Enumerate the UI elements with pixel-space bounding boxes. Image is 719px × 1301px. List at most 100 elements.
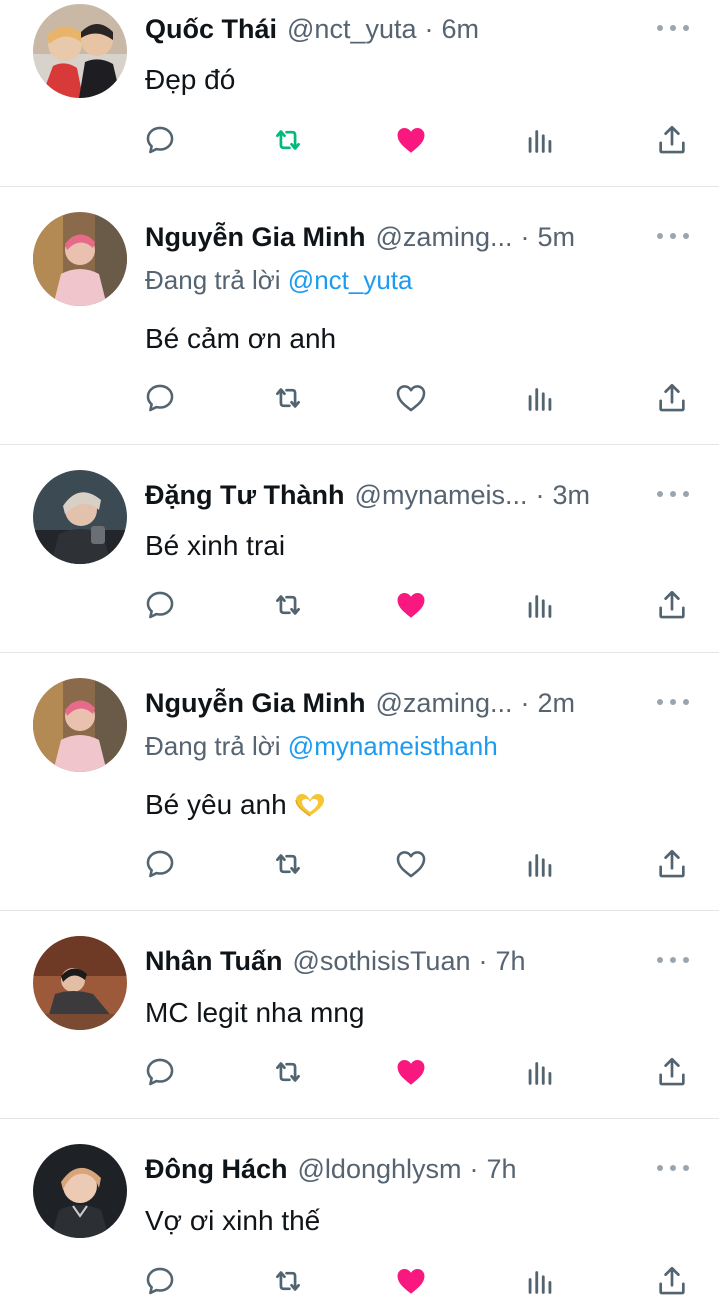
tweet-header: Nguyễn Gia Minh @zaming... · 5m [145,217,629,257]
stats-button[interactable] [520,844,560,884]
reply-button[interactable] [140,1261,180,1301]
share-button[interactable] [652,844,692,884]
tweet-text: Bé yêu anh [145,785,327,825]
heart-icon [394,1264,428,1298]
author-handle[interactable]: @nct_yuta [287,14,416,45]
more-icon[interactable] [657,692,689,712]
avatar[interactable] [33,212,127,306]
more-icon[interactable] [657,950,689,970]
reply-button[interactable] [140,378,180,418]
tweet-text: Đẹp đó [145,64,236,95]
heart-icon [394,847,428,881]
author-name[interactable]: Quốc Thái [145,14,277,45]
author-handle[interactable]: @zaming... [376,222,513,253]
reply-button[interactable] [140,120,180,160]
mention-link[interactable]: @nct_yuta [288,265,413,295]
heart-icon [394,381,428,415]
reply-button[interactable] [140,1052,180,1092]
timestamp[interactable]: 6m [442,14,480,45]
more-icon[interactable] [657,484,689,504]
replying-to: Đang trả lời @mynameisthanh [145,728,498,764]
retweet-icon [271,588,305,622]
avatar[interactable] [33,1144,127,1238]
retweet-icon [271,1264,305,1298]
retweet-button[interactable] [268,120,308,160]
avatar[interactable] [33,678,127,772]
more-icon[interactable] [657,1158,689,1178]
retweet-button[interactable] [268,1261,308,1301]
like-button[interactable] [391,1261,431,1301]
author-handle[interactable]: @ldonghlysm [298,1154,462,1185]
like-button[interactable] [391,378,431,418]
action-bar [0,1261,719,1301]
more-icon[interactable] [657,226,689,246]
author-name[interactable]: Nhân Tuấn [145,946,283,977]
action-bar [0,120,719,160]
retweet-button[interactable] [268,844,308,884]
retweet-button[interactable] [268,378,308,418]
like-button[interactable] [391,585,431,625]
timestamp[interactable]: 7h [495,946,525,977]
reply-icon [143,381,177,415]
action-bar [0,378,719,418]
separator-dot: · [535,479,545,510]
reply-button[interactable] [140,585,180,625]
share-button[interactable] [652,1052,692,1092]
author-name[interactable]: Nguyễn Gia Minh [145,222,366,253]
share-icon [655,847,689,881]
share-icon [655,588,689,622]
retweet-icon [271,381,305,415]
retweet-button[interactable] [268,1052,308,1092]
author-name[interactable]: Đặng Tư Thành [145,480,345,511]
share-button[interactable] [652,1261,692,1301]
more-icon[interactable] [657,18,689,38]
tweet-text: Bé cảm ơn anh [145,323,337,354]
share-icon [655,381,689,415]
separator-dot: · [424,13,434,44]
tweet[interactable]: Nguyễn Gia Minh @zaming... · 5m Đang trả… [0,187,719,445]
stats-button[interactable] [520,378,560,418]
like-button[interactable] [391,120,431,160]
stats-button[interactable] [520,1261,560,1301]
share-icon [655,1264,689,1298]
replying-prefix: Đang trả lời [145,731,281,761]
timestamp[interactable]: 3m [553,480,591,511]
tweet[interactable]: Đông Hách @ldonghlysm · 7h Vợ ơi xinh th… [0,1119,719,1295]
timestamp[interactable]: 7h [487,1154,517,1185]
author-handle[interactable]: @zaming... [376,688,513,719]
share-button[interactable] [652,120,692,160]
tweet[interactable]: Đặng Tư Thành @mynameis... · 3m Bé xinh … [0,445,719,653]
separator-dot: · [520,221,530,252]
like-button[interactable] [391,844,431,884]
reply-icon [143,1264,177,1298]
timestamp[interactable]: 5m [537,222,575,253]
replying-to: Đang trả lời @nct_yuta [145,262,412,298]
share-icon [655,1055,689,1089]
author-name[interactable]: Đông Hách [145,1154,288,1185]
tweet[interactable]: Nhân Tuấn @sothisisTuan · 7h MC legit nh… [0,911,719,1119]
timestamp[interactable]: 2m [537,688,575,719]
like-button[interactable] [391,1052,431,1092]
tweet[interactable]: Quốc Thái @nct_yuta · 6m Đẹp đó [0,0,719,187]
author-handle[interactable]: @sothisisTuan [293,946,471,977]
stats-button[interactable] [520,1052,560,1092]
tweet-header: Đông Hách @ldonghlysm · 7h [145,1149,629,1189]
avatar[interactable] [33,470,127,564]
reply-button[interactable] [140,844,180,884]
stats-icon [523,1264,557,1298]
stats-button[interactable] [520,120,560,160]
stats-icon [523,847,557,881]
author-handle[interactable]: @mynameis... [355,480,528,511]
mention-link[interactable]: @mynameisthanh [288,731,498,761]
author-name[interactable]: Nguyễn Gia Minh [145,688,366,719]
reply-icon [143,123,177,157]
share-button[interactable] [652,585,692,625]
avatar[interactable] [33,4,127,98]
reply-icon [143,588,177,622]
stats-icon [523,1055,557,1089]
tweet[interactable]: Nguyễn Gia Minh @zaming... · 2m Đang trả… [0,653,719,911]
stats-button[interactable] [520,585,560,625]
retweet-button[interactable] [268,585,308,625]
avatar[interactable] [33,936,127,1030]
share-button[interactable] [652,378,692,418]
